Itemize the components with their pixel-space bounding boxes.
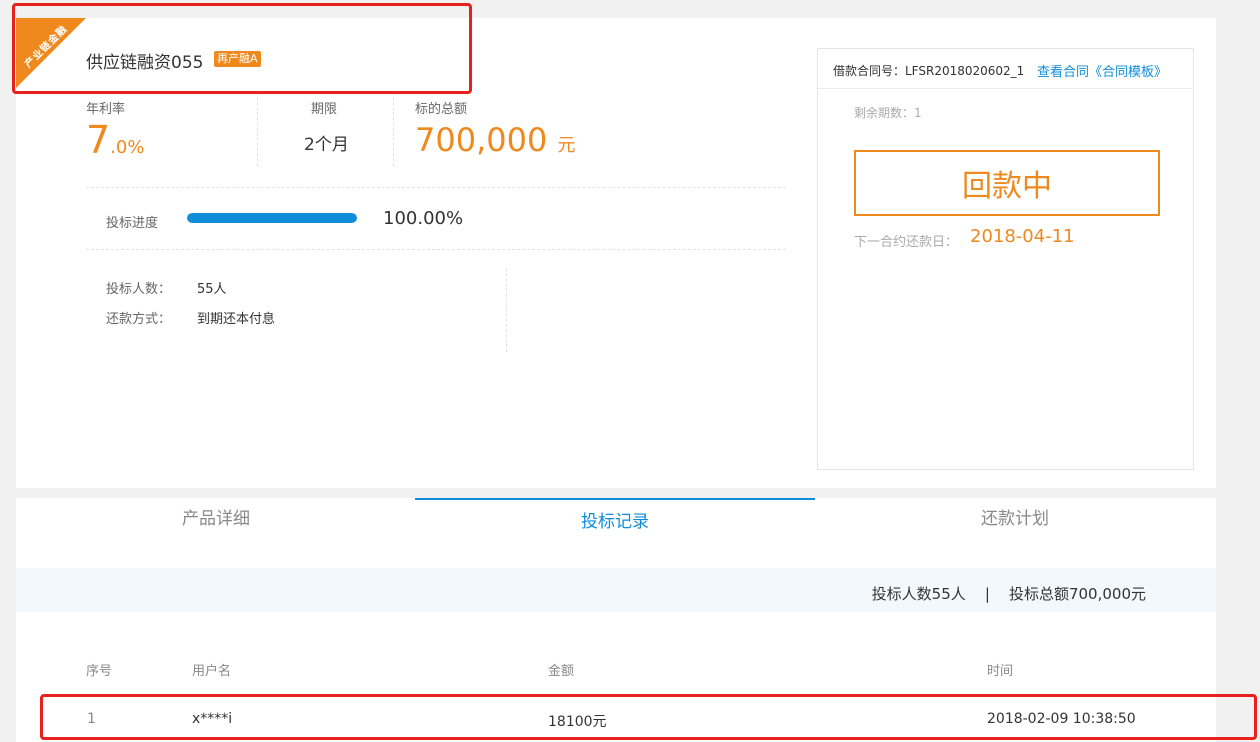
repaying-status-button[interactable]: 回款中 xyxy=(854,150,1160,216)
investors-value: 55人 xyxy=(197,282,227,297)
progress-fill xyxy=(187,213,357,223)
remaining-periods: 剩余期数：1 xyxy=(854,106,922,120)
stats-divider xyxy=(257,92,258,166)
progress-bar xyxy=(187,213,357,223)
tab-bid-records[interactable]: 投标记录 xyxy=(415,498,815,546)
annotation-box xyxy=(40,694,1257,740)
contract-number: 借款合同号：LFSR2018020602_1 xyxy=(833,64,1025,78)
total-value: 700,000 元 xyxy=(415,121,576,159)
annotation-box xyxy=(12,3,472,94)
tab-repay-plan[interactable]: 还款计划 xyxy=(815,498,1215,544)
separator xyxy=(86,187,786,188)
term-value: 2个月 xyxy=(304,135,349,155)
stats-divider xyxy=(393,92,394,166)
separator xyxy=(86,249,786,250)
repay-value: 到期还本付息 xyxy=(197,312,276,327)
term-label: 期限 xyxy=(311,102,338,117)
info-divider xyxy=(506,268,507,352)
next-repay-date: 2018-04-11 xyxy=(970,226,1075,247)
summary-text: 投标人数55人 | 投标总额700,000元 xyxy=(871,585,1146,603)
view-contract-link[interactable]: 查看合同《合同模板》 xyxy=(1037,61,1167,80)
rate-label: 年利率 xyxy=(86,102,126,117)
rate-value: 7.0% xyxy=(86,118,145,162)
tab-product-detail[interactable]: 产品详细 xyxy=(16,498,416,544)
repay-label: 还款方式： xyxy=(106,312,172,327)
column-header-time: 时间 xyxy=(987,664,1014,679)
progress-label: 投标进度 xyxy=(106,216,159,231)
next-repay-label: 下一合约还款日： xyxy=(854,235,959,250)
progress-percent: 100.00% xyxy=(383,208,464,229)
column-header-amount: 金额 xyxy=(548,664,575,679)
total-label: 标的总额 xyxy=(415,102,468,117)
investors-label: 投标人数： xyxy=(106,282,172,297)
column-header-index: 序号 xyxy=(86,664,113,679)
column-header-username: 用户名 xyxy=(192,664,232,679)
